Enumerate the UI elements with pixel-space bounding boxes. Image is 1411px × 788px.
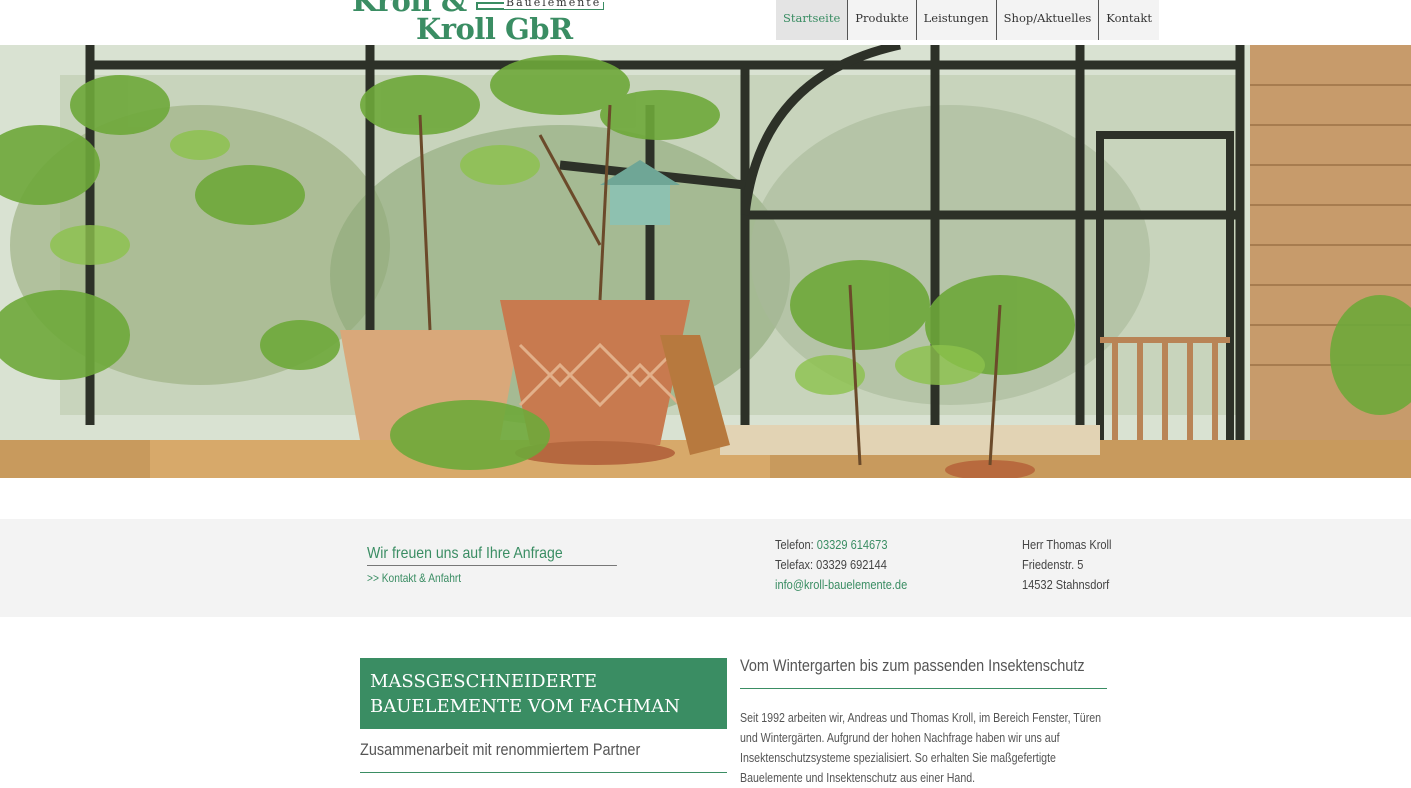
fax-label: Telefax: — [775, 557, 814, 572]
nav-item-shop-aktuelles[interactable]: Shop/Aktuelles — [997, 0, 1100, 40]
address-street: Friedenstr. 5 — [1022, 557, 1084, 572]
logo-tagline: Bauelemente — [504, 0, 604, 9]
partner-subheading: Zusammenarbeit mit renommiertem Partner — [360, 740, 727, 773]
section-heading: Vom Wintergarten bis zum passenden Insek… — [740, 656, 1107, 689]
phone-link[interactable]: 03329 614673 — [817, 537, 888, 552]
contact-numbers: Telefon: 03329 614673 Telefax: 03329 692… — [775, 535, 907, 595]
contact-directions-link[interactable]: >> Kontakt & Anfahrt — [367, 571, 461, 585]
phone-label: Telefon: — [775, 537, 814, 552]
headline-line-2: BAUELEMENTE VOM FACHMAN — [370, 696, 680, 717]
nav-item-startseite[interactable]: Startseite — [776, 0, 849, 40]
nav-item-leistungen[interactable]: Leistungen — [917, 0, 997, 40]
nav-item-kontakt[interactable]: Kontakt — [1099, 0, 1159, 40]
logo-line-2: Kroll GbR — [416, 12, 573, 44]
headline-box: MASSGESCHNEIDERTE BAUELEMENTE VOM FACHMA… — [360, 658, 727, 729]
main-nav: Startseite Produkte Leistungen Shop/Aktu… — [776, 0, 1159, 40]
contact-band: Wir freuen uns auf Ihre Anfrage >> Konta… — [0, 519, 1411, 617]
contact-address: Herr Thomas Kroll Friedenstr. 5 14532 St… — [1022, 535, 1111, 595]
intro-paragraph: Seit 1992 arbeiten wir, Andreas und Thom… — [740, 711, 1102, 785]
address-city: 14532 Stahnsdorf — [1022, 577, 1110, 592]
hero-sunroom-illustration — [0, 45, 1411, 478]
hero-image — [0, 45, 1411, 478]
headline-line-1: MASSGESCHNEIDERTE — [370, 671, 598, 692]
email-link[interactable]: info@kroll-bauelemente.de — [775, 577, 907, 592]
site-header: Kroll & Bauelemente Kroll GbR Startseite… — [0, 0, 1411, 45]
nav-item-produkte[interactable]: Produkte — [848, 0, 917, 40]
inquiry-tagline: Wir freuen uns auf Ihre Anfrage — [367, 545, 617, 566]
contact-name: Herr Thomas Kroll — [1022, 537, 1112, 552]
fax-number: 03329 692144 — [816, 557, 887, 572]
company-logo[interactable]: Kroll & Bauelemente Kroll GbR — [352, 0, 607, 44]
